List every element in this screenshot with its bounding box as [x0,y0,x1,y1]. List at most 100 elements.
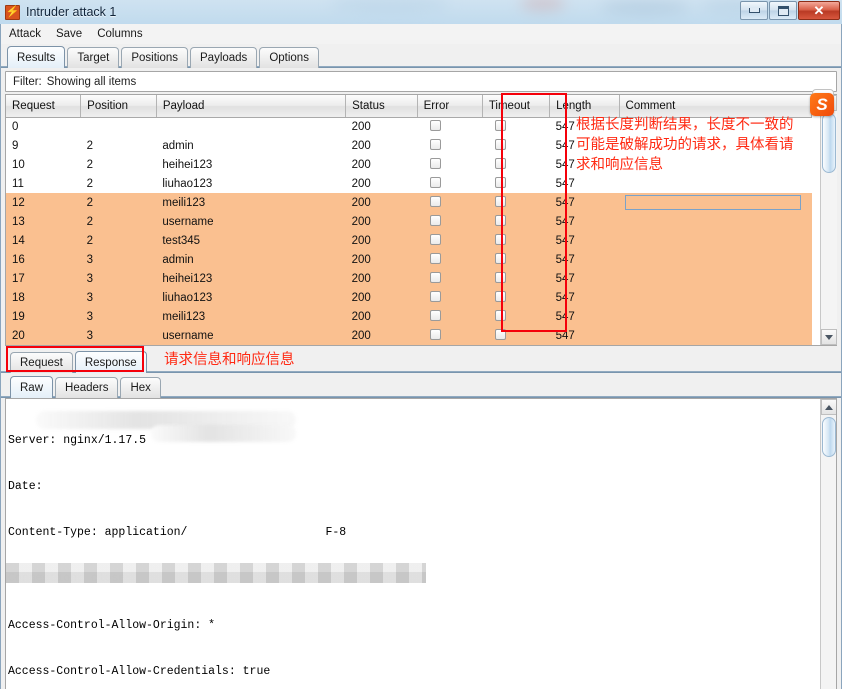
table-row[interactable]: 16 3 admin 200 547 [6,250,812,269]
menu-columns[interactable]: Columns [95,27,144,41]
cell-comment[interactable] [619,288,812,307]
error-checkbox[interactable] [430,290,442,302]
close-button[interactable]: ✕ [798,1,840,20]
menu-save[interactable]: Save [54,27,84,41]
cell-comment[interactable] [619,250,812,269]
table-row[interactable]: 18 3 liuhao123 200 547 [6,288,812,307]
timeout-checkbox[interactable] [495,138,507,150]
column-header-timeout[interactable]: Timeout [482,95,551,118]
cell-timeout [482,269,550,288]
cell-error [417,155,483,174]
cell-payload: liuhao123 [156,288,346,307]
error-checkbox[interactable] [430,176,442,188]
filter-value: Showing all items [46,75,137,88]
column-header-status[interactable]: Status [345,95,418,118]
cell-payload: test345 [156,231,346,250]
error-checkbox[interactable] [430,328,442,340]
cell-comment[interactable] [619,193,812,212]
tab-raw[interactable]: Raw [10,376,54,398]
cell-status: 200 [345,117,418,136]
cell-status: 200 [345,155,418,174]
cell-comment[interactable] [619,307,812,326]
error-checkbox[interactable] [430,271,442,283]
cell-timeout [482,117,550,136]
table-row[interactable]: 19 3 meili123 200 547 [6,307,812,326]
response-raw-text[interactable]: Server: nginx/1.17.5 Date: Content-Type:… [6,399,820,689]
table-row[interactable]: 12 2 meili123 200 547 [6,193,812,212]
tab-results[interactable]: Results [7,46,66,68]
filter-bar[interactable]: Filter: Showing all items [5,71,837,92]
table-row[interactable]: 14 2 test345 200 547 [6,231,812,250]
cell-timeout [482,174,550,193]
sogou-input-icon[interactable]: S [810,88,836,117]
tab-headers[interactable]: Headers [55,377,119,398]
cell-error [417,174,483,193]
cell-payload: admin [156,136,346,155]
tab-positions[interactable]: Positions [121,47,188,68]
cell-comment[interactable] [619,174,812,193]
cell-timeout [482,250,550,269]
table-header-row: Request Position Payload Status Error Ti… [6,95,813,118]
cell-position: 2 [80,231,157,250]
scroll-down-button[interactable] [820,329,837,345]
timeout-checkbox[interactable] [495,252,507,264]
tab-options[interactable]: Options [259,47,319,68]
cell-error [417,307,483,326]
column-header-length[interactable]: Length [549,95,620,118]
redaction-smear-date [36,411,296,429]
error-checkbox[interactable] [430,119,442,131]
timeout-checkbox[interactable] [495,309,507,321]
cell-comment[interactable] [619,212,812,231]
tab-request[interactable]: Request [10,352,73,373]
table-row[interactable]: 13 2 username 200 547 [6,212,812,231]
response-vertical-scrollbar[interactable] [820,399,836,689]
cell-payload: meili123 [156,307,346,326]
cell-request: 9 [6,136,81,155]
cell-length: 547 [549,231,620,250]
timeout-checkbox[interactable] [495,195,507,207]
error-checkbox[interactable] [430,138,442,150]
tab-target[interactable]: Target [67,47,120,68]
table-row[interactable]: 11 2 liuhao123 200 547 [6,174,812,193]
timeout-checkbox[interactable] [495,290,507,302]
tab-hex[interactable]: Hex [120,377,161,398]
timeout-checkbox[interactable] [495,328,507,340]
column-header-position[interactable]: Position [80,95,157,118]
filter-wrapper: Filter: Showing all items [1,68,841,94]
response-viewer: Server: nginx/1.17.5 Date: Content-Type:… [5,398,837,689]
timeout-checkbox[interactable] [495,119,507,131]
error-checkbox[interactable] [430,233,442,245]
response-scroll-thumb[interactable] [821,417,836,457]
cell-comment[interactable] [619,269,812,288]
minimize-button[interactable] [740,1,768,20]
timeout-checkbox[interactable] [495,214,507,226]
table-row[interactable]: 17 3 heihei123 200 547 [6,269,812,288]
timeout-checkbox[interactable] [495,157,507,169]
cell-payload: liuhao123 [156,174,346,193]
response-scroll-track[interactable] [820,415,836,689]
cell-comment[interactable] [619,231,812,250]
timeout-checkbox[interactable] [495,271,507,283]
results-table-zone: Request Position Payload Status Error Ti… [5,93,837,346]
response-scroll-up-button[interactable] [820,399,836,415]
cell-request: 12 [6,193,81,212]
error-checkbox[interactable] [430,309,442,321]
error-checkbox[interactable] [430,252,442,264]
column-header-request[interactable]: Request [6,95,82,118]
column-header-error[interactable]: Error [417,95,483,118]
comment-edit-field[interactable] [625,195,802,210]
table-row[interactable]: 20 3 username 200 547 [6,326,812,345]
timeout-checkbox[interactable] [495,176,507,188]
error-checkbox[interactable] [430,157,442,169]
column-header-payload[interactable]: Payload [156,95,347,118]
tab-payloads[interactable]: Payloads [190,47,258,68]
error-checkbox[interactable] [430,214,442,226]
tab-response[interactable]: Response [74,351,147,373]
error-checkbox[interactable] [430,195,442,207]
cell-request: 13 [6,212,81,231]
timeout-checkbox[interactable] [495,233,507,245]
maximize-button[interactable] [769,1,797,20]
column-header-comment[interactable]: Comment [619,95,813,118]
menu-attack[interactable]: Attack [7,27,43,41]
cell-comment[interactable] [619,326,812,345]
